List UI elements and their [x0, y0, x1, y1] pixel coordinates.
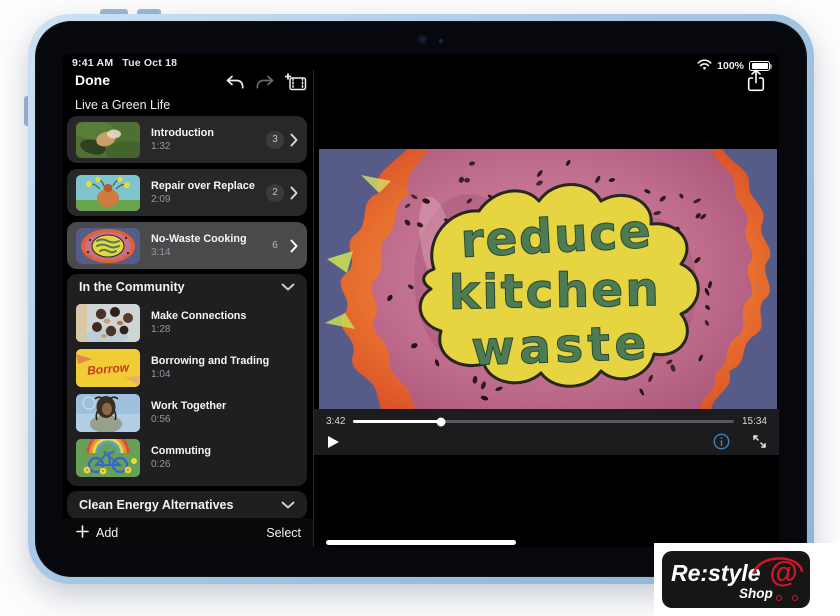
clip-row-commuting[interactable]: Commuting 0:26	[67, 435, 307, 480]
clip-title: No-Waste Cooking	[151, 233, 266, 245]
clip-duration: 0:56	[151, 414, 307, 425]
thumbnail-commuting	[76, 439, 140, 477]
sidebar-divider	[313, 70, 314, 547]
ipad-bezel: 9:41 AM Tue Oct 18 100% Done	[35, 21, 807, 577]
clip-count-badge: 3	[266, 131, 284, 149]
scrubber-track[interactable]	[353, 420, 734, 423]
chevron-right-icon	[290, 186, 298, 200]
cart-handle-swoosh	[662, 551, 810, 608]
chevron-right-icon	[290, 239, 298, 253]
art-text-line3: waste	[470, 316, 647, 377]
add-button[interactable]: Add	[76, 525, 118, 541]
clip-duration: 0:26	[151, 459, 307, 470]
thumbnail-introduction	[76, 122, 140, 158]
section-header-in-the-community[interactable]: In the Community	[67, 274, 307, 300]
wifi-icon	[697, 57, 712, 75]
redo-icon[interactable]	[255, 74, 275, 96]
add-clip-icon[interactable]	[285, 73, 307, 96]
restyle-shop-logo: Re:style Shop @	[654, 543, 840, 616]
clip-title: Make Connections	[151, 310, 307, 322]
thumbnail-repair-over-replace	[76, 175, 140, 211]
cart-wheel	[776, 595, 782, 601]
home-indicator[interactable]	[326, 540, 516, 545]
front-camera	[418, 35, 427, 44]
clip-row-work-together[interactable]: Work Together 0:56	[67, 390, 307, 435]
thumbnail-make-connections	[76, 304, 140, 342]
art-text-line1: reduce	[459, 204, 652, 269]
info-icon[interactable]	[713, 433, 730, 450]
clip-duration: 3:14	[151, 247, 266, 258]
fullscreen-icon[interactable]	[752, 434, 767, 449]
chevron-right-icon	[290, 133, 298, 147]
clip-title: Work Together	[151, 400, 307, 412]
player-controls: 3:42 15:34	[314, 409, 779, 455]
chevron-down-icon	[281, 278, 295, 296]
chevron-down-icon	[281, 496, 295, 514]
app-screen: 9:41 AM Tue Oct 18 100% Done	[63, 54, 779, 547]
section-header-clean-energy[interactable]: Clean Energy Alternatives	[67, 491, 307, 519]
section-in-the-community: In the Community	[67, 274, 307, 486]
clip-row-repair-over-replace[interactable]: Repair over Replace 2:09 2	[67, 169, 307, 216]
clip-count-badge: 2	[266, 184, 284, 202]
share-icon[interactable]	[746, 68, 766, 93]
clip-duration: 2:09	[151, 194, 266, 205]
clip-title: Commuting	[151, 445, 307, 457]
plus-icon	[76, 525, 89, 541]
project-title: Live a Green Life	[75, 98, 170, 112]
thumbnail-borrowing-and-trading: Borrow	[76, 349, 140, 387]
photo-canvas: { "status_bar": { "time": "9:41 AM", "da…	[0, 0, 840, 616]
battery-percent: 100%	[717, 60, 744, 72]
section-title: Clean Energy Alternatives	[79, 498, 233, 512]
select-button[interactable]: Select	[266, 526, 301, 540]
sidebar-bottom-bar: Add Select	[63, 518, 314, 547]
video-viewer[interactable]: reduce kitchen waste	[319, 149, 777, 409]
clip-row-no-waste-cooking[interactable]: No-Waste Cooking 3:14 6	[67, 222, 307, 269]
clip-duration: 1:04	[151, 369, 307, 380]
status-date: Tue Oct 18	[122, 57, 177, 69]
logo-box: Re:style Shop @	[662, 551, 810, 608]
done-button[interactable]: Done	[75, 72, 110, 88]
clip-title: Introduction	[151, 127, 266, 139]
clip-row-borrowing-and-trading[interactable]: Borrow Borrowing and Trading 1:04	[67, 345, 307, 390]
clip-title: Borrowing and Trading	[151, 355, 307, 367]
elapsed-time: 3:42	[326, 416, 345, 427]
total-time: 15:34	[742, 416, 767, 427]
thumbnail-no-waste-cooking	[76, 228, 140, 264]
scrubber-handle[interactable]	[436, 417, 445, 426]
clip-row-introduction[interactable]: Introduction 1:32 3	[67, 116, 307, 163]
clip-duration: 1:32	[151, 141, 266, 152]
section-title: In the Community	[79, 280, 185, 294]
section-clean-energy-alternatives: Clean Energy Alternatives	[67, 491, 307, 519]
clip-duration: 1:28	[151, 324, 307, 335]
clock: 9:41 AM	[72, 57, 113, 69]
ipad-device: 9:41 AM Tue Oct 18 100% Done	[28, 14, 814, 584]
scrubber-played	[353, 420, 441, 423]
thumbnail-work-together	[76, 394, 140, 432]
add-label: Add	[96, 526, 118, 540]
status-bar-left: 9:41 AM Tue Oct 18	[72, 57, 177, 69]
undo-icon[interactable]	[225, 74, 245, 96]
clip-row-make-connections[interactable]: Make Connections 1:28	[67, 300, 307, 345]
clip-title: Repair over Replace	[151, 180, 266, 192]
cart-wheel	[792, 595, 798, 601]
camera-sensor	[439, 39, 443, 43]
play-icon[interactable]	[328, 436, 339, 448]
clip-count: 6	[266, 237, 284, 255]
